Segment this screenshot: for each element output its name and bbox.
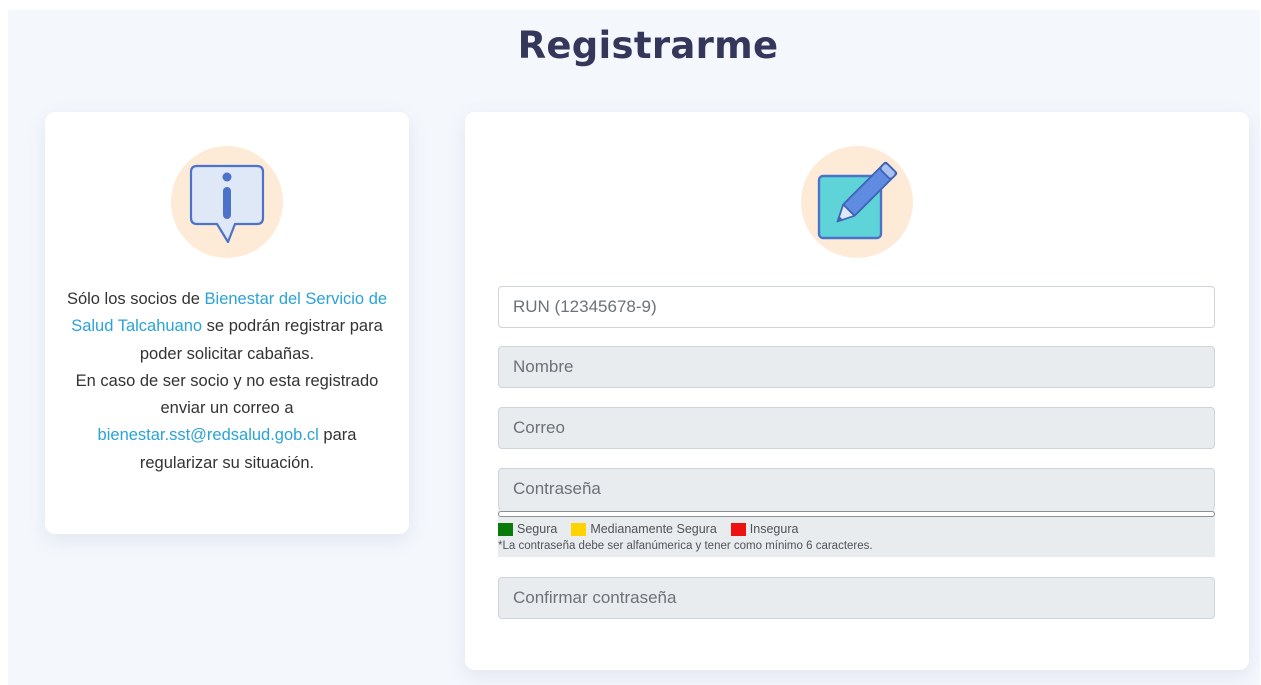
- confirm-password-input[interactable]: Confirmar contraseña: [498, 577, 1215, 619]
- info-message: Sólo los socios de Bienestar del Servici…: [65, 286, 389, 477]
- page-title: Registrarme: [517, 24, 779, 67]
- correo-input[interactable]: Correo: [498, 407, 1215, 449]
- info-icon-circle: [171, 146, 283, 258]
- legend-swatch-segura: [498, 522, 513, 536]
- strength-legend: Segura Medianamente Segura Insegura: [498, 521, 812, 537]
- edit-icon-circle: [801, 146, 913, 258]
- password-strength-meter: [498, 511, 1215, 517]
- info-text-part3: En caso de ser socio y no esta registrad…: [75, 371, 379, 418]
- email-link[interactable]: bienestar.sst@redsalud.gob.cl: [98, 426, 319, 444]
- password-requirement-note: *La contraseña debe ser alfanúmerica y t…: [498, 540, 873, 552]
- info-speech-bubble-icon: [189, 164, 265, 244]
- legend-swatch-medianamente-segura: [571, 522, 587, 536]
- edit-pencil-icon: [817, 161, 898, 240]
- info-text-part1: Sólo los socios de: [66, 290, 205, 308]
- legend-swatch-insegura: [730, 522, 746, 536]
- legend-label-insegura: Insegura: [749, 522, 799, 536]
- nombre-input[interactable]: Nombre: [498, 346, 1215, 388]
- legend-label-segura: Segura: [517, 522, 558, 536]
- legend-item-segura: Segura: [498, 522, 557, 536]
- info-card: Sólo los socios de Bienestar del Servici…: [45, 112, 409, 534]
- page-background: Registrarme Sólo los socios de Bienestar…: [8, 10, 1260, 685]
- legend-label-medianamente-segura: Medianamente Segura: [590, 522, 717, 536]
- legend-item-medianamente-segura: Medianamente Segura: [571, 522, 717, 536]
- password-input[interactable]: Contraseña: [498, 468, 1215, 510]
- register-form-card: RUN (12345678-9) Nombre Correo Contraseñ…: [465, 112, 1249, 670]
- run-input[interactable]: RUN (12345678-9): [498, 286, 1215, 328]
- password-strength-panel: Segura Medianamente Segura Insegura *La …: [498, 509, 1215, 557]
- legend-item-insegura: Insegura: [730, 522, 799, 536]
